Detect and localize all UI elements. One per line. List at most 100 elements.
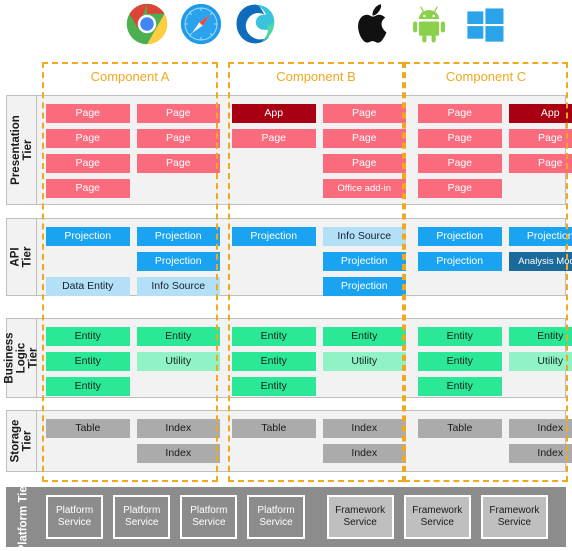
box-index[interactable]: Index bbox=[322, 444, 406, 463]
apple-icon bbox=[358, 4, 387, 43]
box-page[interactable]: Page bbox=[232, 129, 316, 148]
box-analysis-model[interactable]: Analysis Model bbox=[508, 252, 572, 271]
tier-label-storage: Storage Tier bbox=[7, 411, 37, 471]
platform-service-box[interactable]: Platform Service bbox=[113, 495, 171, 539]
tier-body-business-logic: Entity Entity Entity Entity Utility Entity Ent… bbox=[38, 319, 572, 397]
box-entity[interactable]: Entity bbox=[136, 327, 220, 346]
box-projection[interactable]: Projection bbox=[136, 227, 220, 246]
box-page[interactable]: Page bbox=[46, 129, 130, 148]
component-grid: Projection Data Entity Projection Projectio… bbox=[46, 227, 220, 296]
tier-storage: Storage Tier Table Index Index Table Index Ind… bbox=[6, 410, 572, 472]
framework-service-box[interactable]: Framework Service bbox=[326, 495, 394, 539]
left-col: Entity Entity Entity bbox=[418, 327, 502, 396]
tier-storage-component-c: Table Index Index bbox=[418, 411, 572, 471]
platform-service-box[interactable]: Platform Service bbox=[247, 495, 305, 539]
box-office-add-in[interactable]: Office add-in bbox=[322, 179, 406, 198]
box-entity[interactable]: Entity bbox=[46, 327, 130, 346]
box-projection[interactable]: Projection bbox=[136, 252, 220, 271]
component-grid: App Page Page Page Page Office add-in bbox=[232, 104, 406, 198]
right-col: Index Index bbox=[136, 419, 220, 463]
box-utility[interactable]: Utility bbox=[322, 352, 406, 371]
right-col: Index Index bbox=[322, 419, 406, 463]
tier-storage-component-a: Table Index Index bbox=[46, 411, 220, 471]
os-icon-group bbox=[352, 3, 506, 45]
box-projection[interactable]: Projection bbox=[322, 277, 406, 296]
tier-label-presentation: Presentation Tier bbox=[7, 96, 37, 204]
box-index[interactable]: Index bbox=[508, 444, 572, 463]
component-title-c: Component C bbox=[445, 69, 527, 84]
box-entity[interactable]: Entity bbox=[232, 327, 316, 346]
right-col: Projection Analysis Model bbox=[508, 227, 572, 271]
box-index[interactable]: Index bbox=[136, 419, 220, 438]
box-page[interactable]: Page bbox=[418, 104, 502, 123]
left-col: Table bbox=[46, 419, 130, 463]
box-page[interactable]: Page bbox=[508, 129, 572, 148]
box-page[interactable]: Page bbox=[322, 104, 406, 123]
box-entity[interactable]: Entity bbox=[418, 327, 502, 346]
box-entity[interactable]: Entity bbox=[232, 352, 316, 371]
component-grid: Page Page Page Page App Page Page bbox=[418, 104, 572, 198]
tier-label-platform: Platform Tier bbox=[6, 482, 40, 551]
box-page[interactable]: Page bbox=[46, 179, 130, 198]
box-entity[interactable]: Entity bbox=[232, 377, 316, 396]
box-page[interactable]: Page bbox=[136, 154, 220, 173]
box-utility[interactable]: Utility bbox=[508, 352, 572, 371]
component-title-b: Component B bbox=[276, 69, 356, 84]
box-page[interactable]: Page bbox=[46, 104, 130, 123]
left-col: Projection Data Entity bbox=[46, 227, 130, 296]
safari-icon bbox=[180, 3, 222, 45]
tier-body-storage: Table Index Index Table Index Index Table Index… bbox=[38, 411, 572, 471]
box-page[interactable]: Page bbox=[136, 129, 220, 148]
box-info-source[interactable]: Info Source bbox=[322, 227, 406, 246]
tier-business-logic-component-b: Entity Entity Entity Entity Utility bbox=[232, 319, 406, 397]
box-projection[interactable]: Projection bbox=[508, 227, 572, 246]
platform-service-box[interactable]: Platform Service bbox=[46, 495, 104, 539]
empty-slot bbox=[46, 252, 130, 271]
tier-body-presentation: Page Page Page Page Page Page Page App Page Page P… bbox=[38, 96, 572, 204]
box-entity[interactable]: Entity bbox=[508, 327, 572, 346]
left-col: Page Page Page Page bbox=[46, 104, 130, 198]
box-index[interactable]: Index bbox=[136, 444, 220, 463]
box-info-source[interactable]: Info Source bbox=[136, 277, 220, 296]
component-grid: Entity Entity Entity Entity Utility bbox=[232, 327, 406, 396]
android-icon bbox=[413, 6, 445, 43]
box-page[interactable]: Page bbox=[136, 104, 220, 123]
box-projection[interactable]: Projection bbox=[232, 227, 316, 246]
box-entity[interactable]: Entity bbox=[418, 352, 502, 371]
box-app[interactable]: App bbox=[508, 104, 572, 123]
box-page[interactable]: Page bbox=[508, 154, 572, 173]
box-data-entity[interactable]: Data Entity bbox=[46, 277, 130, 296]
box-table[interactable]: Table bbox=[46, 419, 130, 438]
box-page[interactable]: Page bbox=[418, 179, 502, 198]
box-page[interactable]: Page bbox=[322, 129, 406, 148]
tier-platform: Platform Tier Platform Service Platform S… bbox=[6, 482, 566, 551]
box-table[interactable]: Table bbox=[418, 419, 502, 438]
box-table[interactable]: Table bbox=[232, 419, 316, 438]
box-entity[interactable]: Entity bbox=[418, 377, 502, 396]
box-utility[interactable]: Utility bbox=[136, 352, 220, 371]
box-page[interactable]: Page bbox=[418, 154, 502, 173]
box-projection[interactable]: Projection bbox=[322, 252, 406, 271]
box-app[interactable]: App bbox=[232, 104, 316, 123]
box-page[interactable]: Page bbox=[418, 129, 502, 148]
right-col: Entity Utility bbox=[508, 327, 572, 396]
left-col: Entity Entity Entity bbox=[232, 327, 316, 396]
box-entity[interactable]: Entity bbox=[46, 352, 130, 371]
box-projection[interactable]: Projection bbox=[418, 252, 502, 271]
platform-icon-strip bbox=[0, 0, 572, 52]
box-page[interactable]: Page bbox=[46, 154, 130, 173]
box-page[interactable]: Page bbox=[322, 154, 406, 173]
browser-icon-group bbox=[126, 3, 276, 45]
box-projection[interactable]: Projection bbox=[418, 227, 502, 246]
framework-service-box[interactable]: Framework Service bbox=[403, 495, 471, 539]
box-entity[interactable]: Entity bbox=[322, 327, 406, 346]
box-index[interactable]: Index bbox=[508, 419, 572, 438]
tier-label-text-api: API Tier bbox=[9, 246, 34, 268]
tier-api: API Tier Projection Data Entity Projection P… bbox=[6, 218, 572, 296]
box-index[interactable]: Index bbox=[322, 419, 406, 438]
box-entity[interactable]: Entity bbox=[46, 377, 130, 396]
platform-service-box[interactable]: Platform Service bbox=[180, 495, 238, 539]
framework-service-box[interactable]: Framework Service bbox=[480, 495, 548, 539]
tier-api-component-c: Projection Projection Projection Analysis M… bbox=[418, 219, 572, 295]
box-projection[interactable]: Projection bbox=[46, 227, 130, 246]
